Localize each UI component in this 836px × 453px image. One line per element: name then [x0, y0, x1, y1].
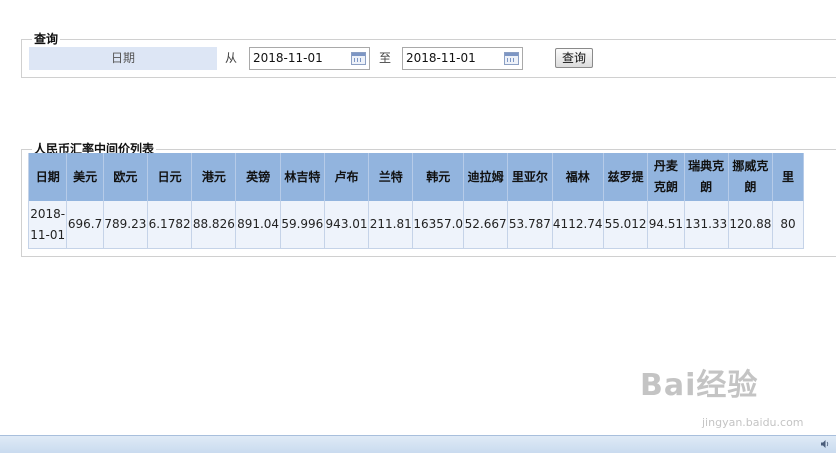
baidu-watermark: Bai经验 jingyan.baidu.com	[640, 360, 810, 430]
to-date-input[interactable]: 2018-11-01	[402, 47, 523, 70]
table-cell: 4112.74	[552, 201, 604, 249]
column-header: 丹麦克朗	[647, 153, 685, 201]
to-label: 至	[379, 51, 392, 65]
watermark-url: jingyan.baidu.com	[702, 416, 804, 429]
table-cell: 6.1782	[147, 201, 193, 249]
table-cell: 891.04	[235, 201, 281, 249]
rates-panel: 人民币汇率中间价列表 日期 美元 欧元 日元 港元 英镑 林吉特 卢布 兰特 韩…	[21, 142, 836, 257]
calendar-icon[interactable]	[504, 52, 519, 65]
query-panel: 查询 日期 从 2018-11-01 至 2018-11-01 查询	[21, 32, 836, 78]
table-cell: 211.81	[368, 201, 414, 249]
table-cell: 2018-11-01	[28, 201, 68, 249]
table-header-row: 日期 美元 欧元 日元 港元 英镑 林吉特 卢布 兰特 韩元 迪拉姆 里亚尔 福…	[28, 153, 804, 201]
speaker-icon[interactable]	[820, 439, 830, 449]
table-cell: 94.51	[647, 201, 685, 249]
query-button[interactable]: 查询	[555, 48, 593, 68]
query-legend: 查询	[32, 32, 61, 46]
column-header: 林吉特	[280, 153, 325, 201]
table-cell: 53.787	[507, 201, 553, 249]
table-cell: 55.012	[603, 201, 649, 249]
table-cell: 80	[772, 201, 804, 249]
rates-table-scroll[interactable]: 日期 美元 欧元 日元 港元 英镑 林吉特 卢布 兰特 韩元 迪拉姆 里亚尔 福…	[28, 153, 804, 251]
column-header: 日元	[147, 153, 193, 201]
table-cell: 696.7	[66, 201, 104, 249]
from-date-input[interactable]: 2018-11-01	[249, 47, 370, 70]
date-label: 日期	[29, 47, 217, 70]
column-header: 挪威克朗	[728, 153, 774, 201]
column-header: 美元	[66, 153, 104, 201]
column-header: 英镑	[235, 153, 281, 201]
table-cell: 59.996	[280, 201, 325, 249]
column-header: 港元	[191, 153, 237, 201]
column-header: 里亚尔	[507, 153, 553, 201]
watermark-logo: Bai经验	[640, 368, 759, 403]
table-row: 2018-11-01 696.7 789.23 6.1782 88.826 89…	[28, 201, 804, 249]
column-header: 日期	[28, 153, 68, 201]
rates-table: 日期 美元 欧元 日元 港元 英镑 林吉特 卢布 兰特 韩元 迪拉姆 里亚尔 福…	[28, 153, 804, 249]
table-cell: 789.23	[103, 201, 149, 249]
table-cell: 52.667	[463, 201, 509, 249]
taskbar	[0, 435, 836, 453]
calendar-icon[interactable]	[351, 52, 366, 65]
table-cell: 943.01	[324, 201, 370, 249]
from-label: 从	[225, 51, 238, 65]
table-cell: 131.33	[684, 201, 729, 249]
column-header: 卢布	[324, 153, 370, 201]
table-cell: 16357.0	[412, 201, 465, 249]
column-header: 瑞典克朗	[684, 153, 729, 201]
table-cell: 88.826	[191, 201, 237, 249]
column-header: 福林	[552, 153, 604, 201]
from-date-value: 2018-11-01	[253, 51, 323, 65]
table-cell: 120.88	[728, 201, 774, 249]
column-header: 欧元	[103, 153, 149, 201]
column-header: 兹罗提	[603, 153, 649, 201]
column-header: 里	[772, 153, 804, 201]
column-header: 迪拉姆	[463, 153, 509, 201]
column-header: 韩元	[412, 153, 465, 201]
to-date-value: 2018-11-01	[406, 51, 476, 65]
column-header: 兰特	[368, 153, 414, 201]
